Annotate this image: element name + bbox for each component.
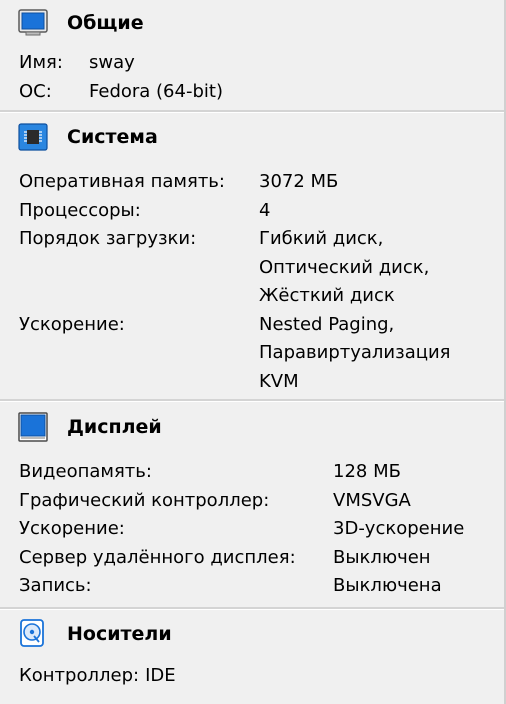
name-key: Имя:: [19, 52, 63, 73]
vram-key: Видеопамять:: [19, 461, 152, 482]
controller-value: IDE: [145, 664, 176, 686]
general-rows: Имя: sway ОС: Fedora (64-bit): [0, 49, 504, 106]
disk-icon: [18, 618, 48, 649]
vram-value: 128 МБ: [333, 461, 401, 482]
boot-values: Гибкий диск, Оптический диск, Жёсткий ди…: [259, 225, 429, 311]
separator-display: [0, 606, 504, 610]
storage-row-controller: Контроллер: IDE: [19, 662, 504, 691]
separator-general: [0, 110, 504, 113]
boot-value-optical: Оптический диск,: [259, 256, 430, 278]
recording-key: Запись:: [19, 575, 92, 596]
system-row-accel: Ускорение: Nested Paging, Паравиртуализа…: [19, 311, 504, 397]
cpu-key: Процессоры:: [19, 199, 141, 221]
os-key: ОС:: [19, 80, 52, 102]
graphics-controller-key: Графический контроллер:: [19, 489, 270, 511]
display-row-vram: Видеопамять: 128 МБ: [19, 458, 504, 487]
accel-key: Ускорение:: [19, 313, 125, 335]
system-row-ram: Оперативная память: 3072 МБ: [19, 168, 504, 197]
ram-key: Оперативная память:: [19, 171, 225, 192]
boot-value-hdd: Жёсткий диск: [259, 285, 395, 306]
section-header-display[interactable]: Дисплей: [0, 409, 504, 445]
remote-display-key: Сервер удалённого дисплея:: [19, 546, 296, 568]
graphics-controller-value: VMSVGA: [333, 489, 411, 511]
display-icon: [18, 412, 48, 442]
storage-rows: Контроллер: IDE: [0, 662, 504, 691]
boot-value-floppy: Гибкий диск,: [259, 228, 384, 249]
display-accel-value: 3D-ускорение: [333, 518, 465, 539]
section-title-storage: Носители: [67, 622, 172, 645]
section-header-system[interactable]: Система: [0, 119, 504, 155]
monitor-icon: [18, 8, 48, 38]
general-row-os: ОС: Fedora (64-bit): [19, 78, 504, 107]
remote-display-value: Выключен: [333, 546, 431, 568]
os-value: Fedora (64-bit): [89, 80, 223, 102]
controller-key: Контроллер:: [19, 664, 140, 686]
name-value: sway: [89, 52, 135, 73]
details-panel: Общие Имя: sway ОС: Fedora (64-bit) Сист…: [0, 0, 506, 704]
separator-system: [0, 399, 504, 402]
section-title-system: Система: [67, 126, 158, 148]
system-row-boot: Порядок загрузки: Гибкий диск, Оптически…: [19, 225, 504, 311]
display-row-accel: Ускорение: 3D-ускорение: [19, 515, 504, 544]
display-row-remote: Сервер удалённого дисплея: Выключен: [19, 544, 504, 573]
display-row-controller: Графический контроллер: VMSVGA: [19, 487, 504, 516]
cpu-value: 4: [259, 199, 271, 221]
section-title-general: Общие: [67, 12, 144, 34]
display-row-recording: Запись: Выключена: [19, 572, 504, 601]
system-rows: Оперативная память: 3072 МБ Процессоры: …: [0, 168, 504, 396]
general-row-name: Имя: sway: [19, 49, 504, 78]
boot-key: Порядок загрузки:: [19, 228, 197, 249]
section-title-display: Дисплей: [67, 416, 162, 438]
section-header-general[interactable]: Общие: [0, 5, 504, 41]
section-header-storage[interactable]: Носители: [0, 616, 504, 652]
accel-value-nested: Nested Paging,: [259, 313, 395, 335]
recording-value: Выключена: [333, 575, 442, 596]
chip-icon: [18, 122, 48, 152]
display-accel-key: Ускорение:: [19, 518, 125, 539]
system-row-cpu: Процессоры: 4: [19, 197, 504, 226]
accel-values: Nested Paging, Паравиртуализация KVM: [259, 311, 451, 397]
accel-value-paravirt: Паравиртуализация: [259, 342, 451, 363]
ram-value: 3072 МБ: [259, 171, 339, 192]
accel-value-kvm: KVM: [259, 370, 299, 392]
display-rows: Видеопамять: 128 МБ Графический контролл…: [0, 458, 504, 601]
